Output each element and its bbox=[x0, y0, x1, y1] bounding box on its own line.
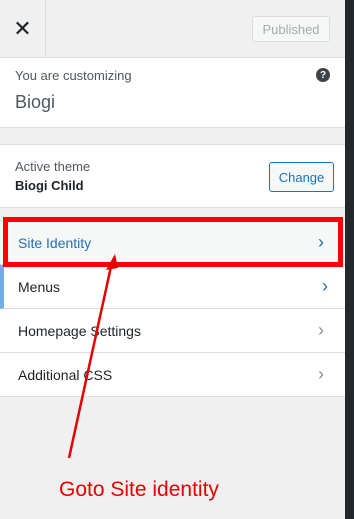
annotation-arrow bbox=[67, 254, 118, 459]
annotation-text: Goto Site identity bbox=[59, 478, 219, 501]
